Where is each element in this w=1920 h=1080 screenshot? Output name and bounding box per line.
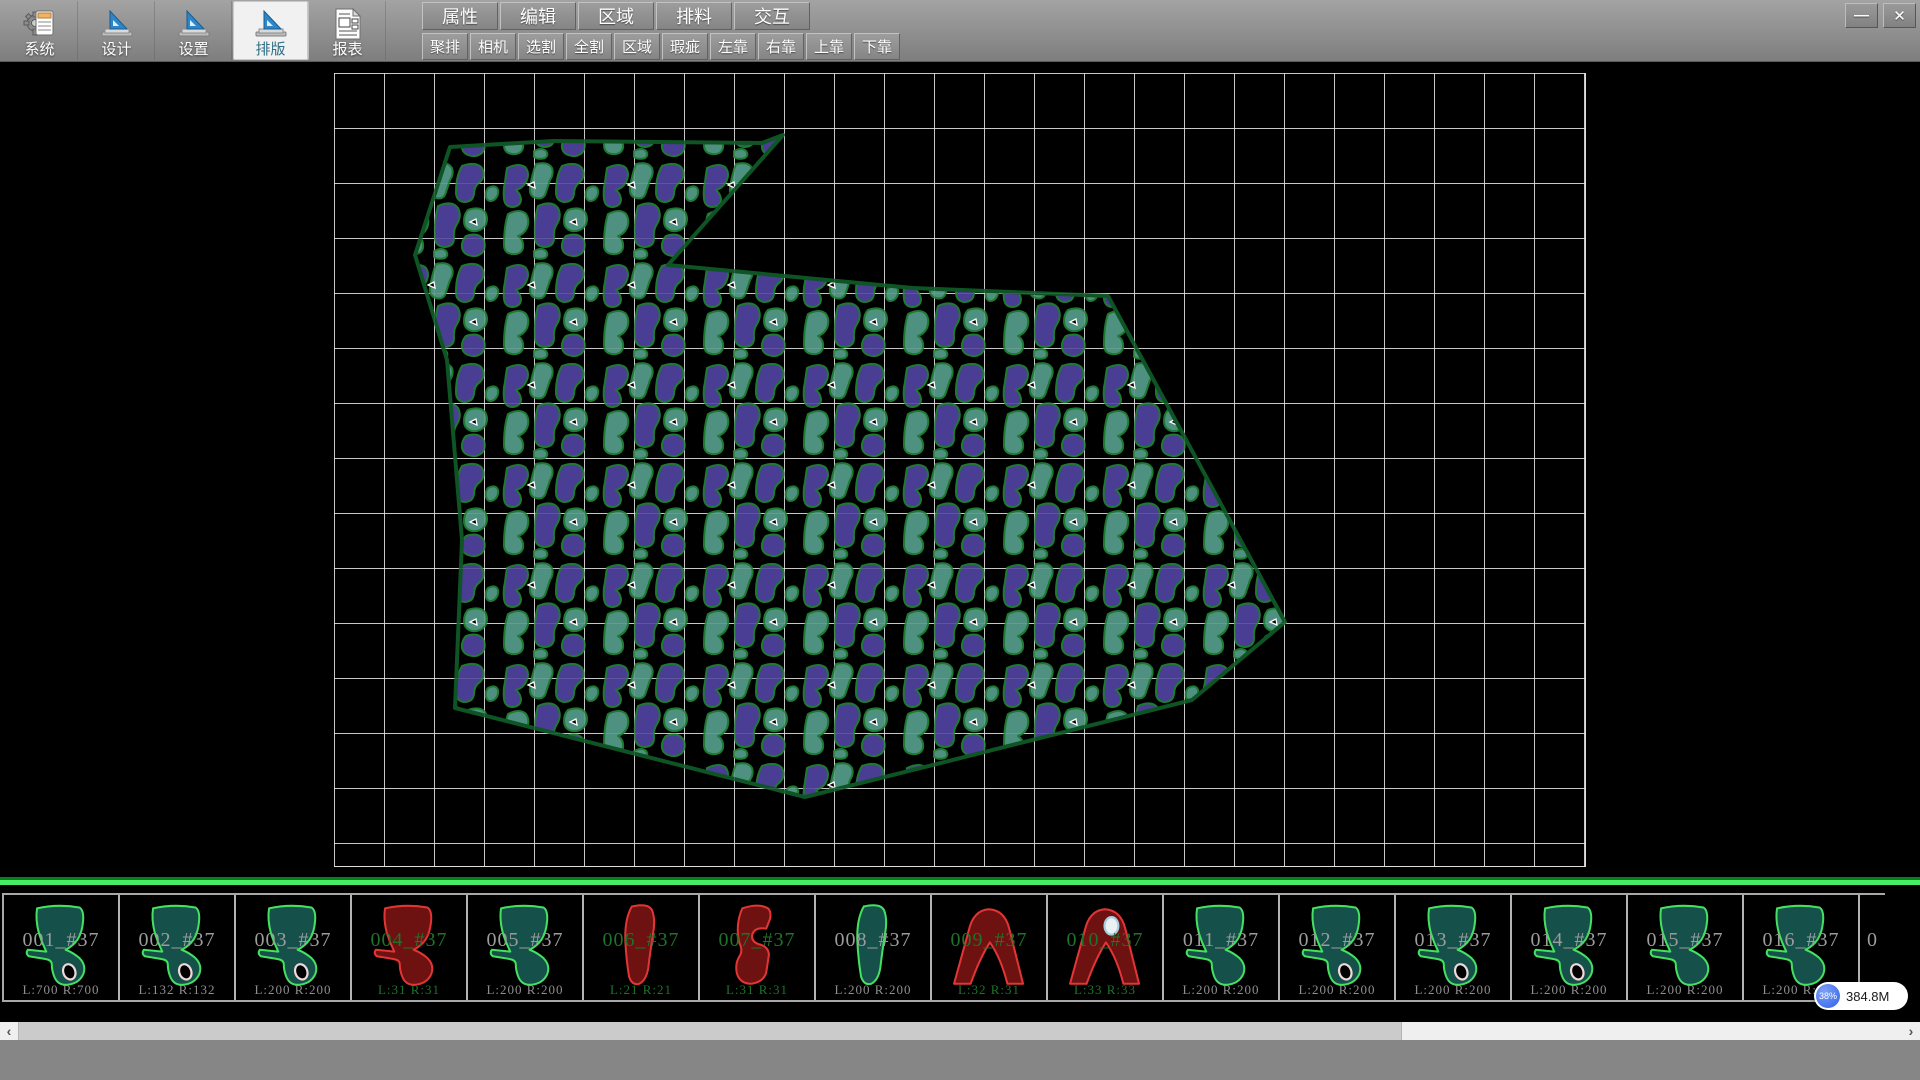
piece-thumbnail-014_37[interactable]: 014_#37 L:200 R:200 — [1512, 895, 1628, 1000]
piece-lr-count: L:200 R:200 — [468, 982, 582, 998]
menu-item-align-right[interactable]: 右靠 — [758, 33, 804, 60]
piece-lr-count: L:200 R:200 — [1396, 982, 1510, 998]
piece-lr-count: L:200 R:200 — [1628, 982, 1742, 998]
menu-row-1: 属性编辑区域排料交互 — [422, 2, 812, 30]
piece-id-label: 008_#37 — [816, 929, 930, 952]
app-tab-report[interactable]: 报表 — [310, 1, 386, 60]
piece-lr-count: L:32 R:31 — [932, 982, 1046, 998]
menu-item-properties[interactable]: 属性 — [422, 2, 498, 30]
menu-item-nesting[interactable]: 排料 — [656, 2, 732, 30]
scroll-left-button[interactable]: ‹ — [0, 1022, 18, 1040]
menu-item-align-bottom[interactable]: 下靠 — [854, 33, 900, 60]
piece-thumbnail-006_37[interactable]: 006_#37 L:21 R:21 — [584, 895, 700, 1000]
menu-item-interact[interactable]: 交互 — [734, 2, 810, 30]
piece-lr-count: L:200 R:200 — [1512, 982, 1626, 998]
menu-item-region[interactable]: 区域 — [578, 2, 654, 30]
piece-thumbnail-011_37[interactable]: 011_#37 L:200 R:200 — [1164, 895, 1280, 1000]
ruler-icon — [253, 7, 289, 41]
piece-thumbnail-002_37[interactable]: 002_#37 L:132 R:132 — [120, 895, 236, 1000]
piece-id-label: 009_#37 — [932, 929, 1046, 952]
minimize-button[interactable]: — — [1845, 3, 1878, 28]
piece-id-label: 013_#37 — [1396, 929, 1510, 952]
app-tab-label: 排版 — [255, 41, 285, 58]
piece-thumbnail-009_37[interactable]: 009_#37 L:32 R:31 — [932, 895, 1048, 1000]
app-tab-design[interactable]: 设计 — [79, 1, 155, 60]
menu-item-select-cut[interactable]: 选割 — [518, 33, 564, 60]
piece-id-label: 011_#37 — [1164, 929, 1278, 952]
report-icon — [330, 7, 366, 41]
menu-item-cluster-nest[interactable]: 聚排 — [422, 33, 468, 60]
menu-item-align-left[interactable]: 左靠 — [710, 33, 756, 60]
piece-id-label: 0 — [1860, 929, 1885, 952]
nesting-canvas[interactable] — [0, 62, 1920, 877]
strip-separator-green — [0, 880, 1920, 885]
piece-thumbnail-008_37[interactable]: 008_#37 L:200 R:200 — [816, 895, 932, 1000]
app-tabs: 系统 设计 设置 排版 报表 — [2, 1, 387, 60]
piece-lr-count: L:31 R:31 — [700, 982, 814, 998]
menu-item-defect[interactable]: 瑕疵 — [662, 33, 708, 60]
piece-thumbnail-007_37[interactable]: 007_#37 L:31 R:31 — [700, 895, 816, 1000]
piece-id-label: 007_#37 — [700, 929, 814, 952]
scrollbar-thumb[interactable] — [18, 1022, 1402, 1040]
piece-id-label: 003_#37 — [236, 929, 350, 952]
piece-lr-count: L:31 R:31 — [352, 982, 466, 998]
app-tab-label: 设计 — [101, 41, 131, 58]
status-bar — [0, 1040, 1920, 1080]
piece-lr-count: L:200 R:200 — [1164, 982, 1278, 998]
piece-lr-count: L:200 R:200 — [236, 982, 350, 998]
memory-status-pill: 38% 384.8M — [1814, 982, 1908, 1010]
toolbar: 系统设计设置排版报表 属性编辑区域排料交互 聚排相机选割全割区域瑕疵左靠右靠上靠… — [0, 0, 1920, 62]
pieces-strip: 001_#37L:700 R:700002_#37L:132 R:132003_… — [2, 893, 1885, 1002]
piece-lr-count: L:132 R:132 — [120, 982, 234, 998]
piece-thumbnail-001_37[interactable]: 001_#37 L:700 R:700 — [4, 895, 120, 1000]
piece-lr-count: L:21 R:21 — [584, 982, 698, 998]
ruler-icon — [99, 7, 135, 41]
leather-hide-outline — [415, 135, 1285, 797]
scroll-right-button[interactable]: › — [1902, 1022, 1920, 1040]
nested-hide-layout — [0, 62, 1920, 877]
piece-id-label: 014_#37 — [1512, 929, 1626, 952]
gear-icon — [22, 7, 58, 41]
app-tab-settings[interactable]: 设置 — [156, 1, 232, 60]
piece-thumbnail-015_37[interactable]: 015_#37 L:200 R:200 — [1628, 895, 1744, 1000]
piece-thumbnail-013_37[interactable]: 013_#37 L:200 R:200 — [1396, 895, 1512, 1000]
ruler-icon — [176, 7, 212, 41]
menu-item-cut-all[interactable]: 全割 — [566, 33, 612, 60]
progress-badge: 38% — [1816, 984, 1840, 1008]
horizontal-scrollbar[interactable]: ‹ › — [0, 1022, 1920, 1040]
app-tab-system[interactable]: 系统 — [2, 1, 78, 60]
piece-lr-count: L:33 R:33 — [1048, 982, 1162, 998]
piece-id-label: 001_#37 — [4, 929, 118, 952]
window-controls: — ✕ — [1845, 3, 1916, 28]
app-tab-label: 设置 — [178, 41, 208, 58]
app-tab-label: 系统 — [24, 41, 54, 58]
piece-id-label: 016_#37 — [1744, 929, 1858, 952]
memory-usage: 384.8M — [1846, 989, 1889, 1004]
piece-lr-count: L:700 R:700 — [4, 982, 118, 998]
menu-item-align-top[interactable]: 上靠 — [806, 33, 852, 60]
progress-percent: 38% — [1819, 991, 1837, 1001]
piece-thumbnail-012_37[interactable]: 012_#37 L:200 R:200 — [1280, 895, 1396, 1000]
application-window: 系统设计设置排版报表 属性编辑区域排料交互 聚排相机选割全割区域瑕疵左靠右靠上靠… — [0, 0, 1920, 1080]
piece-thumbnail-005_37[interactable]: 005_#37 L:200 R:200 — [468, 895, 584, 1000]
menu-item-region[interactable]: 区域 — [614, 33, 660, 60]
app-tab-label: 报表 — [332, 41, 362, 58]
piece-id-label: 004_#37 — [352, 929, 466, 952]
app-tab-layout[interactable]: 排版 — [233, 1, 309, 60]
piece-lr-count: L:200 R:200 — [816, 982, 930, 998]
piece-thumbnail-010_37[interactable]: 010_#37 L:33 R:33 — [1048, 895, 1164, 1000]
piece-id-label: 002_#37 — [120, 929, 234, 952]
menu-row-2: 聚排相机选割全割区域瑕疵左靠右靠上靠下靠 — [422, 33, 902, 60]
piece-thumbnail-004_37[interactable]: 004_#37 L:31 R:31 — [352, 895, 468, 1000]
piece-id-label: 005_#37 — [468, 929, 582, 952]
piece-id-label: 012_#37 — [1280, 929, 1394, 952]
menu-item-camera[interactable]: 相机 — [470, 33, 516, 60]
close-button[interactable]: ✕ — [1883, 3, 1916, 28]
piece-id-label: 006_#37 — [584, 929, 698, 952]
menu-item-edit[interactable]: 编辑 — [500, 2, 576, 30]
piece-lr-count: L:200 R:200 — [1280, 982, 1394, 998]
piece-thumbnail-003_37[interactable]: 003_#37 L:200 R:200 — [236, 895, 352, 1000]
piece-id-label: 010_#37 — [1048, 929, 1162, 952]
piece-id-label: 015_#37 — [1628, 929, 1742, 952]
